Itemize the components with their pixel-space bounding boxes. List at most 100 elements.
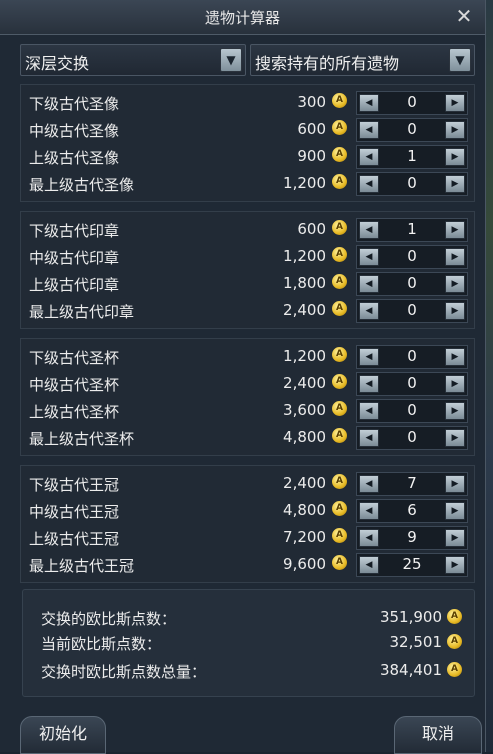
quantity-value[interactable]: 0 <box>381 274 443 292</box>
relic-name: 下级古代印章 <box>29 222 120 240</box>
arrow-left-icon[interactable]: ◀ <box>359 94 379 112</box>
quantity-stepper[interactable]: ◀ 0 ▶ <box>356 91 468 115</box>
coin-icon: A <box>332 247 347 262</box>
quantity-stepper[interactable]: ◀ 1 ▶ <box>356 218 468 242</box>
arrow-left-icon[interactable]: ◀ <box>359 302 379 320</box>
relic-name: 中级古代王冠 <box>29 503 120 521</box>
arrow-right-icon[interactable]: ▶ <box>445 348 465 366</box>
quantity-value[interactable]: 0 <box>381 174 443 192</box>
chevron-down-icon[interactable]: ▼ <box>449 48 471 72</box>
quantity-stepper[interactable]: ◀ 0 ▶ <box>356 399 468 423</box>
quantity-stepper[interactable]: ◀ 0 ▶ <box>356 245 468 269</box>
relic-name: 上级古代圣杯 <box>29 403 120 421</box>
arrow-right-icon[interactable]: ▶ <box>445 94 465 112</box>
quantity-stepper[interactable]: ◀ 7 ▶ <box>356 472 468 496</box>
arrow-left-icon[interactable]: ◀ <box>359 248 379 266</box>
relic-name: 最上级古代印章 <box>29 303 135 321</box>
quantity-value[interactable]: 1 <box>381 220 443 238</box>
relic-group: 下级古代圣杯 1,200 A ◀ 0 ▶ 中级古代圣杯 2,400 A ◀ 0 ▶ 上级古代圣杯 3,60… <box>20 338 475 456</box>
quantity-value[interactable]: 0 <box>381 247 443 265</box>
quantity-stepper[interactable]: ◀ 6 ▶ <box>356 499 468 523</box>
scope-select[interactable]: 搜索持有的所有遗物 ▼ <box>250 44 475 76</box>
quantity-stepper[interactable]: ◀ 0 ▶ <box>356 172 468 196</box>
quantity-value[interactable]: 25 <box>381 555 443 573</box>
relic-cost: 900 <box>297 147 326 165</box>
coin-icon: A <box>447 634 462 649</box>
quantity-stepper[interactable]: ◀ 0 ▶ <box>356 345 468 369</box>
arrow-right-icon[interactable]: ▶ <box>445 175 465 193</box>
coin-icon: A <box>332 474 347 489</box>
summary-value: 384,401 <box>379 661 442 679</box>
quantity-stepper[interactable]: ◀ 0 ▶ <box>356 118 468 142</box>
relic-name: 上级古代圣像 <box>29 149 120 167</box>
quantity-value[interactable]: 0 <box>381 301 443 319</box>
arrow-right-icon[interactable]: ▶ <box>445 529 465 547</box>
close-icon[interactable]: ✕ <box>453 5 475 27</box>
quantity-value[interactable]: 0 <box>381 120 443 138</box>
arrow-right-icon[interactable]: ▶ <box>445 375 465 393</box>
relic-row: 下级古代王冠 2,400 A ◀ 7 ▶ <box>21 471 474 498</box>
relic-name: 下级古代圣像 <box>29 95 120 113</box>
quantity-value[interactable]: 0 <box>381 428 443 446</box>
summary-label: 当前欧比斯点数： <box>41 635 162 653</box>
arrow-left-icon[interactable]: ◀ <box>359 221 379 239</box>
quantity-value[interactable]: 7 <box>381 474 443 492</box>
relic-name: 中级古代圣像 <box>29 122 120 140</box>
relic-group: 下级古代圣像 300 A ◀ 0 ▶ 中级古代圣像 600 A ◀ 0 ▶ 上级古代圣像 900 A ◀ 1 ▶ 最… <box>20 84 475 202</box>
relic-cost: 2,400 <box>283 474 326 492</box>
quantity-value[interactable]: 9 <box>381 528 443 546</box>
quantity-stepper[interactable]: ◀ 25 ▶ <box>356 553 468 577</box>
relic-name: 上级古代王冠 <box>29 530 120 548</box>
arrow-right-icon[interactable]: ▶ <box>445 121 465 139</box>
arrow-left-icon[interactable]: ◀ <box>359 175 379 193</box>
coin-icon: A <box>332 174 347 189</box>
quantity-stepper[interactable]: ◀ 0 ▶ <box>356 299 468 323</box>
chevron-down-icon[interactable]: ▼ <box>220 48 242 72</box>
cancel-button[interactable]: 取消 <box>394 716 482 754</box>
arrow-right-icon[interactable]: ▶ <box>445 248 465 266</box>
arrow-right-icon[interactable]: ▶ <box>445 402 465 420</box>
arrow-left-icon[interactable]: ◀ <box>359 529 379 547</box>
quantity-stepper[interactable]: ◀ 0 ▶ <box>356 372 468 396</box>
arrow-right-icon[interactable]: ▶ <box>445 275 465 293</box>
arrow-left-icon[interactable]: ◀ <box>359 148 379 166</box>
quantity-stepper[interactable]: ◀ 0 ▶ <box>356 426 468 450</box>
quantity-value[interactable]: 0 <box>381 401 443 419</box>
quantity-stepper[interactable]: ◀ 1 ▶ <box>356 145 468 169</box>
relic-group: 下级古代王冠 2,400 A ◀ 7 ▶ 中级古代王冠 4,800 A ◀ 6 ▶ 上级古代王冠 7,20… <box>20 465 475 583</box>
coin-icon: A <box>332 301 347 316</box>
quantity-stepper[interactable]: ◀ 0 ▶ <box>356 272 468 296</box>
quantity-value[interactable]: 0 <box>381 374 443 392</box>
mode-select[interactable]: 深层交换 ▼ <box>20 44 246 76</box>
arrow-right-icon[interactable]: ▶ <box>445 221 465 239</box>
reset-button[interactable]: 初始化 <box>20 716 106 754</box>
relic-name: 下级古代王冠 <box>29 476 120 494</box>
quantity-stepper[interactable]: ◀ 9 ▶ <box>356 526 468 550</box>
relic-cost: 4,800 <box>283 501 326 519</box>
arrow-left-icon[interactable]: ◀ <box>359 375 379 393</box>
arrow-right-icon[interactable]: ▶ <box>445 556 465 574</box>
relic-cost: 600 <box>297 220 326 238</box>
coin-icon: A <box>332 501 347 516</box>
coin-icon: A <box>332 401 347 416</box>
coin-icon: A <box>332 347 347 362</box>
arrow-left-icon[interactable]: ◀ <box>359 475 379 493</box>
arrow-left-icon[interactable]: ◀ <box>359 348 379 366</box>
arrow-left-icon[interactable]: ◀ <box>359 556 379 574</box>
quantity-value[interactable]: 0 <box>381 93 443 111</box>
quantity-value[interactable]: 0 <box>381 347 443 365</box>
arrow-right-icon[interactable]: ▶ <box>445 502 465 520</box>
arrow-left-icon[interactable]: ◀ <box>359 275 379 293</box>
arrow-left-icon[interactable]: ◀ <box>359 402 379 420</box>
arrow-right-icon[interactable]: ▶ <box>445 429 465 447</box>
quantity-value[interactable]: 1 <box>381 147 443 165</box>
arrow-right-icon[interactable]: ▶ <box>445 148 465 166</box>
arrow-right-icon[interactable]: ▶ <box>445 302 465 320</box>
quantity-value[interactable]: 6 <box>381 501 443 519</box>
arrow-left-icon[interactable]: ◀ <box>359 429 379 447</box>
arrow-right-icon[interactable]: ▶ <box>445 475 465 493</box>
relic-row: 上级古代王冠 7,200 A ◀ 9 ▶ <box>21 525 474 552</box>
arrow-left-icon[interactable]: ◀ <box>359 502 379 520</box>
arrow-left-icon[interactable]: ◀ <box>359 121 379 139</box>
relic-row: 中级古代圣像 600 A ◀ 0 ▶ <box>21 117 474 144</box>
